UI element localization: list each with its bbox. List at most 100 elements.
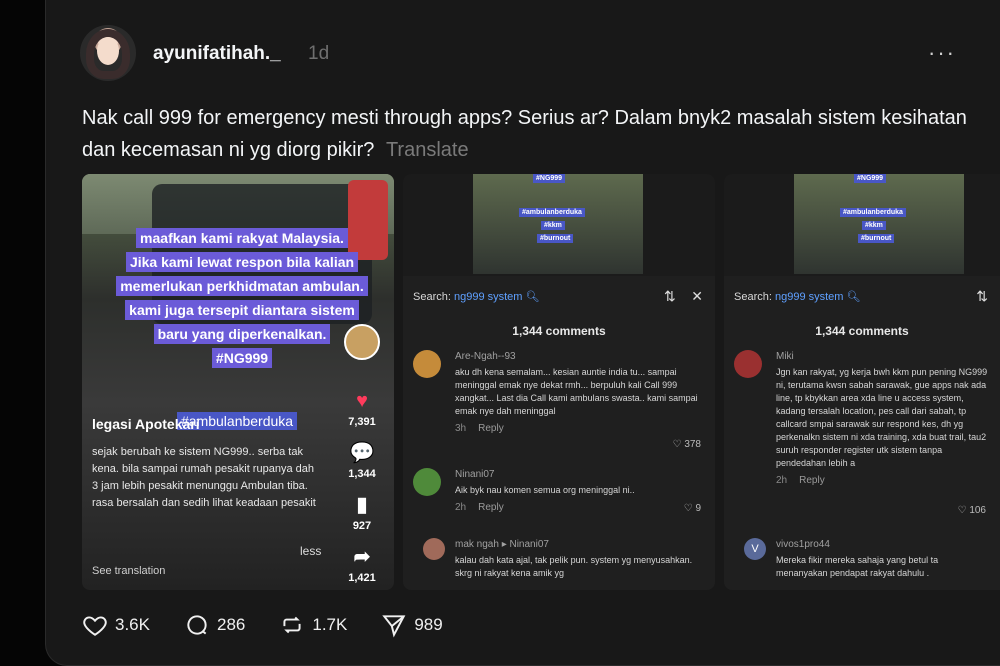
commenter-avatar xyxy=(734,350,762,378)
comment-likes-count: 106 xyxy=(969,505,986,516)
comment-text: Jgn kan rakyat, yg kerja bwh kkm pun pen… xyxy=(776,367,988,468)
comment-likes-count: 378 xyxy=(684,439,701,450)
creator-avatar xyxy=(344,324,380,360)
search-label: Search: xyxy=(413,291,451,303)
comment-item: Ninani07 Aik byk nau komen semua org men… xyxy=(413,468,705,514)
comment-bubble-icon: 💬 xyxy=(349,442,375,464)
overlay-line: baru yang diperkenalkan. xyxy=(153,324,331,344)
share-arrow-icon: ➦ xyxy=(353,546,371,568)
search-label: Search: xyxy=(734,291,772,303)
comment-time: 2h xyxy=(776,475,788,486)
commenter-avatar xyxy=(413,468,441,496)
comments-count: 1,344 comments xyxy=(512,324,606,338)
video-action-column: ♥ 7,391 💬 1,344 ▮ 927 ➦ 1,421 xyxy=(342,388,382,590)
video-likes-count: 7,391 xyxy=(348,416,376,428)
comment-text: aku dh kena semalam... kesian auntie ind… xyxy=(455,367,698,416)
overlay-line: #NG999 xyxy=(211,348,273,368)
media-image-3[interactable]: #NG999 #ambulanberduka #kkm #burnout Sea… xyxy=(724,174,1000,590)
avatar[interactable] xyxy=(80,25,136,81)
translate-link[interactable]: Translate xyxy=(386,139,469,161)
tag-label: #kkm xyxy=(541,221,565,230)
search-icon: 🔍︎ xyxy=(846,291,861,303)
video-overlay-text: maafkan kami rakyat Malaysia. Jika kami … xyxy=(112,226,372,370)
like-button[interactable]: 3.6K xyxy=(82,612,150,638)
search-icon: 🔍︎ xyxy=(525,291,540,303)
overlay-line: maafkan kami rakyat Malaysia. xyxy=(136,228,348,248)
comment-likes[interactable]: ♡ 106 xyxy=(958,504,986,517)
comment-item: mak ngah ▸ Ninani07 kalau dah kata ajal,… xyxy=(413,538,705,580)
comment-count: 286 xyxy=(216,615,246,634)
repost-count: 1.7K xyxy=(312,615,348,634)
see-translation-link[interactable]: See translation xyxy=(92,565,165,577)
reply-button[interactable]: Reply xyxy=(799,475,825,486)
post-time: 1d xyxy=(308,43,330,64)
share-count: 989 xyxy=(414,615,443,634)
heart-icon xyxy=(83,616,107,636)
media-image-2[interactable]: #NG999 #ambulanberduka #kkm #burnout Sea… xyxy=(403,174,715,590)
tag-label: #ambulanberduka xyxy=(519,208,585,217)
video-shares-count: 1,421 xyxy=(348,572,376,584)
tag-label: #kkm xyxy=(862,221,886,230)
comment-likes[interactable]: ♡ 378 xyxy=(673,438,701,451)
comment-item: V vivos1pro44 Mereka fikir mereka sahaja… xyxy=(734,538,990,580)
tag-label: #burnout xyxy=(537,234,574,243)
post-body: Nak call 999 for emergency mesti through… xyxy=(82,107,967,161)
tag-label: #ambulanberduka xyxy=(840,208,906,217)
reply-button[interactable]: Reply xyxy=(478,502,504,513)
less-link[interactable]: less xyxy=(300,544,321,558)
filter-icon[interactable]: ⇅ xyxy=(976,288,988,304)
more-options-icon[interactable]: ··· xyxy=(928,40,956,66)
overlay-line: kami juga tersepit diantara sistem xyxy=(125,300,359,320)
search-line[interactable]: Search: ng999 system 🔍︎ xyxy=(413,290,540,303)
heart-icon: ♥ xyxy=(356,390,368,412)
commenter-avatar xyxy=(413,350,441,378)
comment-likes-count: 9 xyxy=(695,503,701,514)
panel-icons: ⇅ xyxy=(976,288,988,305)
reply-button[interactable]: Reply xyxy=(478,423,504,434)
commenter-avatar xyxy=(423,538,445,560)
comment-icon xyxy=(187,615,207,635)
tag-label: #NG999 xyxy=(854,174,887,183)
post-actions: 3.6K 286 1.7K 989 xyxy=(82,612,443,638)
tag-label: #NG999 xyxy=(533,174,566,183)
overlay-line: memerlukan perkhidmatan ambulan. xyxy=(116,276,368,296)
post-text: Nak call 999 for emergency mesti through… xyxy=(82,102,982,166)
comments-panel: Search: ng999 system 🔍︎ ⇅ ✕ 1,344 commen… xyxy=(403,276,715,590)
search-line[interactable]: Search: ng999 system 🔍︎ xyxy=(734,290,861,303)
comment-time: 3h xyxy=(455,423,467,434)
comment-item: Are-Ngah--93 aku dh kena semalam... kesi… xyxy=(413,350,705,450)
like-count: 3.6K xyxy=(115,615,150,634)
send-icon xyxy=(382,615,406,638)
commenter-avatar: V xyxy=(744,538,766,560)
comment-text: Aik byk nau komen semua org meninggal ni… xyxy=(455,485,635,495)
overlay-line: Jika kami lewat respon bila kalian xyxy=(125,252,359,272)
comment-text: Mereka fikir mereka sahaja yang betul ta… xyxy=(776,555,939,578)
username[interactable]: ayunifatihah._ xyxy=(153,43,281,65)
share-button[interactable]: 989 xyxy=(381,612,443,638)
account-name: legasi Apotekari xyxy=(92,416,200,432)
panel-icons: ⇅ ✕ xyxy=(664,288,703,305)
close-icon[interactable]: ✕ xyxy=(691,288,703,304)
page: ayunifatihah._ 1d ··· Nak call 999 for e… xyxy=(0,0,1000,666)
comments-count: 1,344 comments xyxy=(815,324,909,338)
tag-label: #burnout xyxy=(858,234,895,243)
search-term: ng999 system xyxy=(774,291,844,303)
comment-likes[interactable]: ♡ 9 xyxy=(684,502,701,515)
comment-item: Miki Jgn kan rakyat, yg kerja bwh kkm pu… xyxy=(734,350,990,516)
repost-button[interactable]: 1.7K xyxy=(279,612,347,638)
commenter-name: Are-Ngah--93 xyxy=(455,351,516,362)
video-description: sejak berubah ke sistem NG999.. serba ta… xyxy=(92,446,316,509)
repost-icon xyxy=(283,616,301,634)
commenter-name: mak ngah ▸ Ninani07 xyxy=(455,539,549,550)
filter-icon[interactable]: ⇅ xyxy=(664,288,676,304)
commenter-name: Miki xyxy=(776,351,794,362)
video-comments-count: 1,344 xyxy=(348,468,376,480)
bookmark-icon: ▮ xyxy=(356,494,368,516)
comment-time: 2h xyxy=(455,502,467,513)
commenter-name: Ninani07 xyxy=(455,469,495,480)
media-image-1[interactable]: maafkan kami rakyat Malaysia. Jika kami … xyxy=(82,174,394,590)
comment-button[interactable]: 286 xyxy=(184,612,245,638)
comments-panel: Search: ng999 system 🔍︎ ⇅ 1,344 comments… xyxy=(724,276,1000,590)
commenter-name: vivos1pro44 xyxy=(776,539,830,550)
search-term: ng999 system xyxy=(453,291,523,303)
